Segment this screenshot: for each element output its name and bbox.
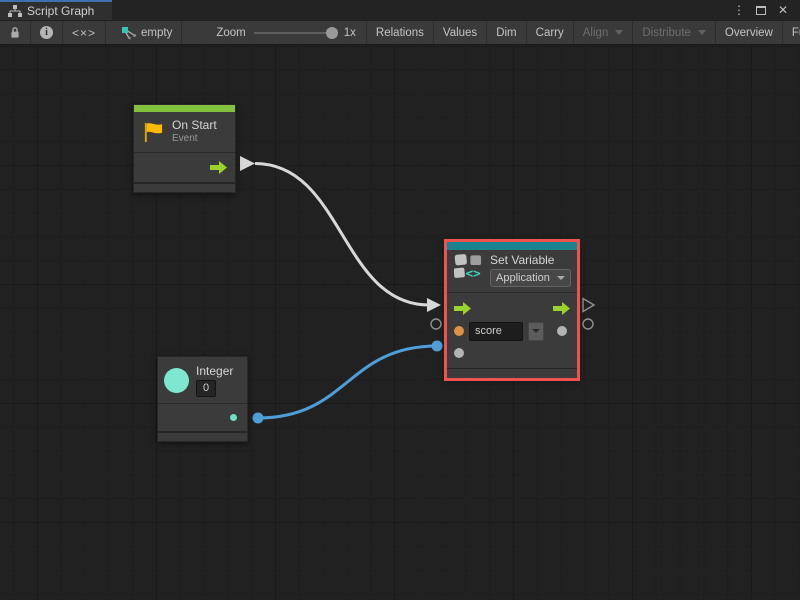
- variable-scope-dropdown[interactable]: Application: [490, 269, 571, 287]
- flow-input-port[interactable]: [454, 302, 471, 315]
- chevron-down-icon: [615, 30, 623, 35]
- lock-button[interactable]: [0, 21, 31, 44]
- zoom-value: 1x: [344, 27, 356, 39]
- value-wire-end-dot: [432, 341, 443, 352]
- node-integer[interactable]: Integer 0: [157, 356, 248, 442]
- info-icon: i: [40, 26, 53, 39]
- node-on-start[interactable]: On Start Event: [133, 104, 236, 193]
- integer-output-port[interactable]: [230, 414, 237, 421]
- fullscreen-button[interactable]: Full Screen: [782, 21, 800, 44]
- carry-button[interactable]: Carry: [526, 21, 573, 44]
- code-icon: <×>: [72, 26, 96, 40]
- maximize-icon: [756, 6, 766, 15]
- node-header-stripe: [447, 242, 577, 250]
- graph-status-label: empty: [141, 27, 172, 39]
- graph-empty-icon: [121, 26, 137, 40]
- value-output-port[interactable]: [557, 326, 567, 336]
- tab-title: Script Graph: [27, 4, 94, 18]
- graph-icon: [8, 5, 22, 17]
- graph-canvas[interactable]: On Start Event <> Set Variable: [0, 45, 800, 600]
- control-wire[interactable]: [255, 164, 429, 306]
- chevron-down-icon: [698, 30, 706, 35]
- wires-layer: [0, 45, 800, 600]
- node-footer: [158, 431, 247, 441]
- node-footer: [134, 182, 235, 192]
- control-wire-start-cap: [240, 156, 255, 171]
- value-input-port[interactable]: [454, 348, 464, 358]
- node-header-stripe: [134, 105, 235, 112]
- flow-output-port[interactable]: [553, 302, 570, 315]
- window-menu-button[interactable]: ⋮: [730, 2, 748, 18]
- svg-text:<>: <>: [466, 266, 482, 280]
- node-set-variable[interactable]: <> Set Variable Application: [446, 241, 578, 379]
- variable-name-field[interactable]: score: [469, 322, 523, 341]
- output-port-indicator-triangle[interactable]: [583, 299, 594, 312]
- value-wire[interactable]: [258, 346, 437, 418]
- values-button[interactable]: Values: [433, 21, 486, 44]
- variable-name-dropdown-button[interactable]: [528, 322, 544, 341]
- name-input-port[interactable]: [454, 326, 464, 336]
- node-title: On Start: [172, 119, 217, 133]
- control-wire-arrowhead: [427, 298, 441, 312]
- zoom-control: Zoom 1x: [206, 21, 366, 44]
- output-port-indicator-circle[interactable]: [583, 319, 593, 329]
- node-title: Integer: [196, 364, 233, 378]
- integer-type-icon: [164, 368, 189, 393]
- lock-icon: [9, 26, 21, 39]
- code-view-button[interactable]: <×>: [63, 21, 106, 44]
- distribute-button[interactable]: Distribute: [632, 21, 715, 44]
- variable-name-value: score: [475, 325, 502, 337]
- chevron-down-icon: [557, 276, 565, 280]
- variables-icon: <>: [454, 253, 483, 280]
- overview-button[interactable]: Overview: [715, 21, 782, 44]
- dim-button[interactable]: Dim: [486, 21, 525, 44]
- input-port-indicator-circle[interactable]: [431, 319, 441, 329]
- integer-value-field[interactable]: 0: [196, 380, 216, 397]
- zoom-slider-handle[interactable]: [326, 27, 338, 39]
- tab-script-graph[interactable]: Script Graph: [0, 0, 112, 20]
- integer-value: 0: [203, 382, 209, 394]
- node-footer: [447, 368, 577, 378]
- flow-output-port[interactable]: [210, 161, 227, 174]
- node-subtitle: Event: [172, 133, 217, 145]
- maximize-button[interactable]: [752, 2, 770, 18]
- align-button[interactable]: Align: [573, 21, 633, 44]
- zoom-slider[interactable]: [254, 32, 336, 34]
- value-wire-start-dot: [253, 413, 264, 424]
- variable-scope-value: Application: [496, 272, 550, 284]
- zoom-label: Zoom: [216, 27, 245, 39]
- info-button[interactable]: i: [31, 21, 63, 44]
- chevron-down-icon: [532, 329, 540, 333]
- flag-icon: [142, 121, 165, 144]
- graph-status-button[interactable]: empty: [112, 21, 182, 44]
- relations-button[interactable]: Relations: [366, 21, 433, 44]
- node-title: Set Variable: [490, 253, 571, 267]
- toolbar: i <×> empty Zoom 1x Relations Values Dim…: [0, 20, 800, 45]
- title-bar: Script Graph ⋮ ✕: [0, 0, 800, 20]
- close-button[interactable]: ✕: [774, 2, 792, 18]
